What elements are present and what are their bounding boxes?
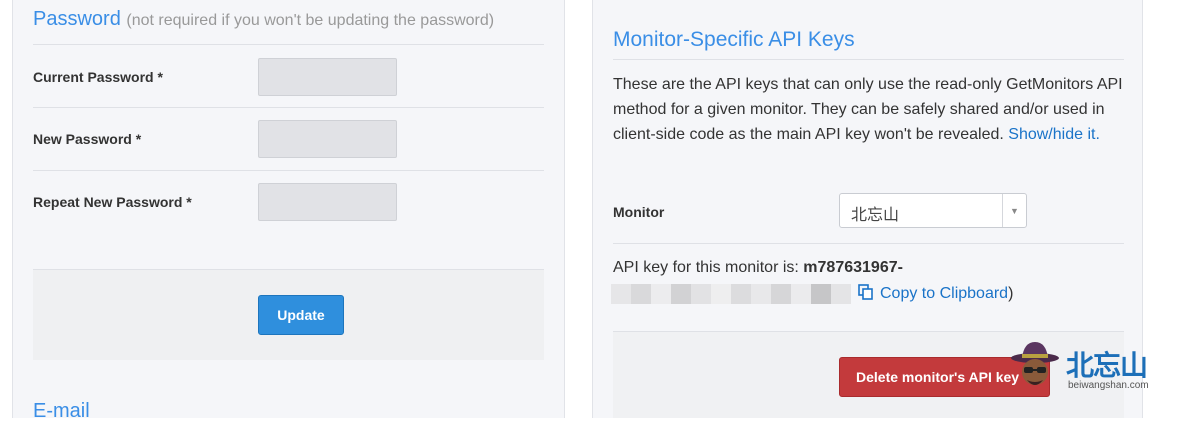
api-keys-title: Monitor-Specific API Keys [613, 28, 855, 51]
password-section-title: Password (not required if you won't be u… [33, 8, 494, 31]
email-section-title: E-mail [33, 400, 90, 422]
copy-closing-paren: ) [1008, 285, 1014, 302]
current-password-label: Current Password * [33, 69, 163, 85]
repeat-password-input[interactable] [258, 183, 397, 221]
password-actions: Update [33, 270, 544, 360]
monitor-select[interactable]: 北忘山 ▼ [839, 193, 1027, 228]
current-password-row: Current Password * [33, 46, 544, 108]
divider [33, 44, 544, 45]
monitor-label: Monitor [613, 204, 665, 220]
watermark: 北忘山 beiwangshan.com [1010, 338, 1170, 398]
new-password-label: New Password * [33, 131, 142, 147]
api-key-line: API key for this monitor is: m787631967- [613, 259, 903, 277]
watermark-text: 北忘山 [1066, 349, 1148, 382]
new-password-input[interactable] [258, 120, 397, 158]
password-title-text: Password [33, 8, 121, 30]
api-keys-description: These are the API keys that can only use… [613, 72, 1128, 147]
monitor-select-value: 北忘山 [851, 207, 900, 224]
repeat-password-row: Repeat New Password * [33, 171, 544, 233]
current-password-input[interactable] [258, 58, 397, 96]
api-key-value: m787631967- [803, 259, 903, 276]
api-key-label: API key for this monitor is: [613, 259, 799, 276]
repeat-password-label: Repeat New Password * [33, 194, 192, 210]
password-panel: Password (not required if you won't be u… [12, 0, 565, 422]
show-hide-link[interactable]: Show/hide it. [1008, 126, 1100, 143]
copy-icon[interactable] [858, 284, 874, 300]
password-subtitle: (not required if you won't be updating t… [126, 12, 495, 29]
divider [613, 59, 1124, 60]
copy-to-clipboard-link[interactable]: Copy to Clipboard [880, 285, 1008, 302]
new-password-row: New Password * [33, 108, 544, 170]
update-button[interactable]: Update [258, 295, 344, 335]
hat-face-logo-icon [1011, 342, 1059, 385]
copy-to-clipboard: Copy to Clipboard) [858, 284, 1013, 303]
api-key-redacted [611, 284, 851, 304]
chevron-down-icon[interactable]: ▼ [1002, 194, 1026, 227]
watermark-subtext: beiwangshan.com [1068, 380, 1149, 391]
divider [613, 243, 1124, 244]
